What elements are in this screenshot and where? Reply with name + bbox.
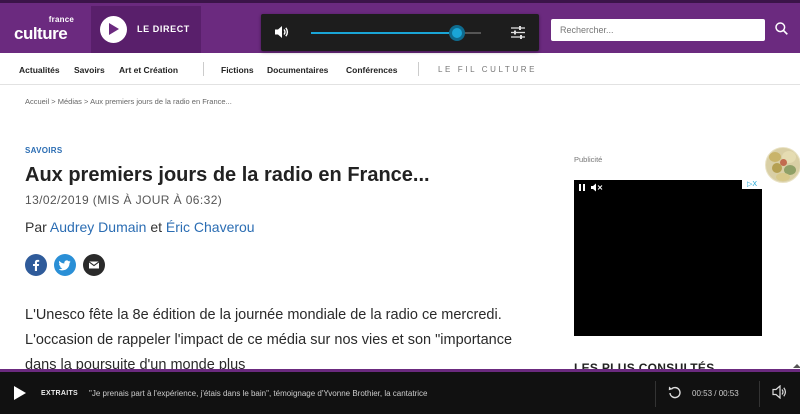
volume-slider-knob[interactable]: [449, 25, 466, 41]
search-icon[interactable]: [775, 22, 788, 35]
logo-big-text: culture: [14, 24, 68, 43]
breadcrumb-medias[interactable]: Médias: [58, 97, 82, 106]
volume-slider-fill: [311, 32, 458, 34]
volume-icon[interactable]: [274, 25, 290, 39]
nav-divider: [418, 62, 419, 76]
email-share-button[interactable]: [83, 254, 105, 276]
nav-divider: [203, 62, 204, 76]
live-audio-player: [261, 14, 539, 51]
breadcrumb: Accueil > Médias > Aux premiers jours de…: [25, 97, 232, 106]
breadcrumb-home[interactable]: Accueil: [25, 97, 49, 106]
nav-item-savoirs[interactable]: Savoirs: [74, 65, 105, 75]
facebook-icon: [33, 259, 40, 271]
advertisement-video[interactable]: ▷X: [574, 180, 762, 336]
and-label: et: [150, 219, 162, 235]
settings-sliders-icon[interactable]: [510, 25, 526, 40]
breadcrumb-current: Aux premiers jours de la radio en France…: [90, 97, 232, 106]
twitter-icon: [59, 260, 71, 271]
ad-close-icon[interactable]: ▷X: [742, 180, 762, 189]
page-title: Aux premiers jours de la radio en France…: [25, 164, 430, 186]
email-icon: [88, 261, 100, 269]
top-header: france culture LE DIRECT: [0, 0, 800, 53]
nav-item-conferences[interactable]: Conférences: [346, 65, 398, 75]
nav-item-actualites[interactable]: Actualités: [19, 65, 60, 75]
article-lead: L'Unesco fête la 8e édition de la journé…: [25, 307, 513, 373]
search-input[interactable]: [551, 19, 765, 41]
ad-pause-mute-icon[interactable]: [579, 183, 603, 192]
nav-item-fictions[interactable]: Fictions: [221, 65, 254, 75]
france-culture-logo[interactable]: france culture: [14, 15, 78, 45]
scroll-up-arrow[interactable]: [793, 364, 800, 368]
le-direct-label: LE DIRECT: [137, 24, 190, 34]
volume-icon[interactable]: [772, 385, 788, 399]
nav-item-art-et-creation[interactable]: Art et Création: [119, 65, 178, 75]
main-navigation: Actualités Savoirs Art et Création Ficti…: [0, 53, 800, 85]
logo-small-text: france: [48, 15, 74, 24]
le-direct-button[interactable]: LE DIRECT: [91, 6, 201, 53]
article-category[interactable]: SAVOIRS: [25, 146, 63, 155]
by-label: Par: [25, 219, 47, 235]
author-link-eric-chaverou[interactable]: Éric Chaverou: [166, 219, 255, 235]
nav-item-fil-culture[interactable]: LE FIL CULTURE: [438, 65, 537, 74]
nav-item-documentaires[interactable]: Documentaires: [267, 65, 328, 75]
article-authors: Par Audrey Dumain et Éric Chaverou: [25, 219, 255, 235]
player-divider: [655, 381, 656, 407]
ad-label: Publicité: [574, 155, 603, 164]
player-time: 00:53 / 00:53: [692, 389, 739, 398]
play-icon: [100, 16, 127, 43]
facebook-share-button[interactable]: [25, 254, 47, 276]
author-link-audrey-dumain[interactable]: Audrey Dumain: [50, 219, 147, 235]
player-divider: [759, 381, 760, 407]
player-track-title[interactable]: "Je prenais part à l'expérience, j'étais…: [89, 389, 427, 398]
play-icon[interactable]: [14, 386, 26, 400]
volume-slider[interactable]: [311, 25, 481, 41]
ad-thumbnail-image[interactable]: [765, 147, 800, 183]
bottom-audio-player: EXTRAITS "Je prenais part à l'expérience…: [0, 369, 800, 414]
replay-icon[interactable]: [668, 385, 681, 399]
article-date: 13/02/2019 (MIS À JOUR À 06:32): [25, 193, 223, 207]
player-tag-extraits: EXTRAITS: [41, 390, 79, 397]
twitter-share-button[interactable]: [54, 254, 76, 276]
